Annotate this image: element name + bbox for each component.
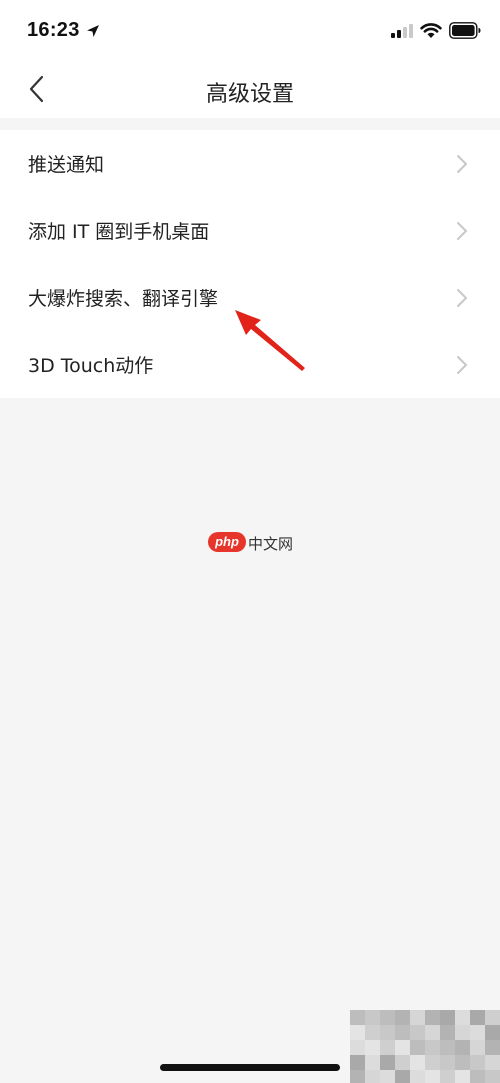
mosaic-cell — [440, 1010, 455, 1025]
mosaic-cell — [425, 1070, 440, 1083]
menu-item-label: 添加 IT 圈到手机桌面 — [28, 221, 210, 243]
watermark-php: php — [215, 534, 239, 549]
mosaic-cell — [470, 1010, 485, 1025]
chevron-right-icon — [457, 356, 467, 374]
mosaic-cell — [365, 1070, 380, 1083]
mosaic-cell — [395, 1010, 410, 1025]
mosaic-cell — [485, 1010, 500, 1025]
mosaic-cell — [425, 1040, 440, 1055]
mosaic-cell — [380, 1010, 395, 1025]
battery-icon — [449, 22, 481, 39]
wifi-icon — [420, 23, 442, 38]
mosaic-cell — [365, 1040, 380, 1055]
mosaic-cell — [350, 1025, 365, 1040]
location-icon — [87, 25, 99, 37]
mosaic-cell — [470, 1055, 485, 1070]
mosaic-cell — [485, 1040, 500, 1055]
mosaic-cell — [485, 1025, 500, 1040]
menu-item-add-to-home-screen[interactable]: 添加 IT 圈到手机桌面 — [0, 197, 500, 264]
mosaic-cell — [455, 1070, 470, 1083]
mosaic-cell — [425, 1010, 440, 1025]
mosaic-cell — [485, 1070, 500, 1083]
watermark-text: 中文网 — [248, 535, 294, 553]
mosaic-cell — [425, 1055, 440, 1070]
pixelated-overlay — [350, 1010, 500, 1083]
mosaic-cell — [410, 1040, 425, 1055]
mosaic-cell — [455, 1010, 470, 1025]
watermark-logo: php 中文网 — [208, 530, 298, 554]
mosaic-cell — [440, 1040, 455, 1055]
home-indicator[interactable] — [160, 1064, 340, 1071]
mosaic-cell — [365, 1010, 380, 1025]
status-bar: 16:23 — [0, 0, 500, 60]
mosaic-cell — [380, 1025, 395, 1040]
mosaic-cell — [380, 1055, 395, 1070]
menu-item-label: 大爆炸搜索、翻译引擎 — [28, 288, 219, 310]
menu-item-push-notifications[interactable]: 推送通知 — [0, 130, 500, 197]
mosaic-cell — [380, 1070, 395, 1083]
chevron-right-icon — [457, 289, 467, 307]
mosaic-cell — [470, 1025, 485, 1040]
mosaic-cell — [455, 1055, 470, 1070]
mosaic-cell — [410, 1025, 425, 1040]
mosaic-cell — [485, 1055, 500, 1070]
cell-signal-icon — [391, 24, 413, 38]
mosaic-cell — [470, 1040, 485, 1055]
status-time: 16:23 — [27, 19, 80, 41]
menu-item-label: 推送通知 — [28, 154, 105, 176]
chevron-right-icon — [457, 222, 467, 240]
mosaic-cell — [350, 1070, 365, 1083]
mosaic-cell — [395, 1055, 410, 1070]
mosaic-cell — [395, 1025, 410, 1040]
mosaic-cell — [470, 1070, 485, 1083]
mosaic-cell — [455, 1025, 470, 1040]
mosaic-cell — [365, 1025, 380, 1040]
chevron-right-icon — [457, 155, 467, 173]
mosaic-cell — [410, 1055, 425, 1070]
mosaic-cell — [350, 1055, 365, 1070]
mosaic-cell — [395, 1040, 410, 1055]
mosaic-cell — [350, 1040, 365, 1055]
annotation-arrow-icon — [235, 310, 305, 371]
mosaic-cell — [425, 1025, 440, 1040]
mosaic-cell — [365, 1055, 380, 1070]
mosaic-cell — [440, 1055, 455, 1070]
mosaic-cell — [350, 1010, 365, 1025]
mosaic-cell — [440, 1025, 455, 1040]
nav-bar: 高级设置 — [0, 60, 500, 118]
mosaic-cell — [455, 1040, 470, 1055]
mosaic-cell — [380, 1040, 395, 1055]
mosaic-cell — [440, 1070, 455, 1083]
mosaic-cell — [395, 1070, 410, 1083]
mosaic-cell — [410, 1010, 425, 1025]
page-title: 高级设置 — [205, 82, 294, 107]
mosaic-cell — [410, 1070, 425, 1083]
menu-item-label: 3D Touch动作 — [28, 355, 154, 377]
